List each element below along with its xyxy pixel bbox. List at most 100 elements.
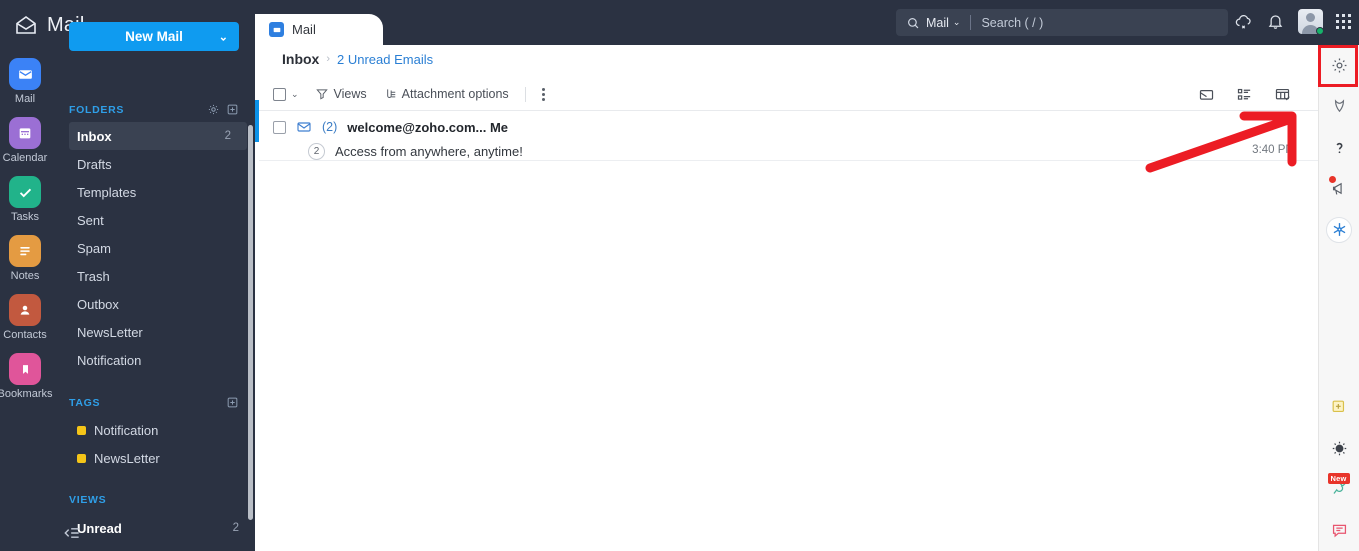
rail-label: Bookmarks [0,388,53,400]
add-note-icon[interactable] [1319,387,1359,428]
filter-icon [315,89,328,100]
apps-grid-icon[interactable] [1336,14,1351,29]
column-view-icon[interactable] [1274,86,1291,103]
open-envelope-icon [16,16,36,34]
folders-list: Inbox 2 Drafts Templates Sent Spam Trash [50,122,255,374]
message-header-line: (2) welcome@zoho.com... Me [273,119,508,135]
select-all-group[interactable]: ⌄ [273,87,299,101]
divider [524,86,526,102]
theme-toggle-icon[interactable] [1319,428,1359,469]
avatar[interactable] [1298,9,1324,35]
tab-mail[interactable]: Mail [255,14,383,45]
chevron-down-icon[interactable]: ⌄ [291,89,299,100]
folder-label: Spam [77,240,111,256]
folder-column: New Mail ⌄ FOLDERS Inbox 2 Drafts Templa… [50,0,255,551]
tag-item-newsletter[interactable]: NewsLetter [50,444,255,472]
header-icons [1234,9,1351,35]
tab-label: Mail [292,22,316,37]
chat-icon[interactable] [1319,510,1359,551]
breadcrumb-separator: › [326,53,331,65]
tag-label: Notification [94,422,159,438]
settings-gear-icon[interactable] [1319,45,1359,86]
table-row[interactable]: (2) welcome@zoho.com... Me 2 Access from… [259,111,1318,161]
sidebar-item-templates[interactable]: Templates [50,178,255,206]
integrations-circle [1326,216,1352,243]
check-icon [9,176,41,208]
folder-label: Templates [77,184,137,200]
folders-section-header: FOLDERS [69,103,239,116]
plus-box-icon[interactable] [226,396,239,409]
search-scope-label[interactable]: Mail [926,16,949,30]
rail-label: Calendar [2,152,48,164]
plug-extensions-icon[interactable]: New [1319,469,1359,510]
breadcrumb: Inbox › 2 Unread Emails [282,51,433,67]
rail-item-calendar[interactable]: Calendar [0,117,50,164]
collapse-sidebar-icon[interactable] [62,523,82,543]
sidebar-item-notification[interactable]: Notification [50,346,255,374]
plus-box-icon[interactable] [226,103,239,116]
rail-label: Tasks [10,211,40,223]
page-title: Inbox [282,51,320,67]
more-vertical-icon[interactable] [541,87,545,101]
unread-emails-link[interactable]: 2 Unread Emails [337,52,433,67]
presence-indicator [1316,27,1324,35]
sidebar-item-outbox[interactable]: Outbox [50,290,255,318]
tags-header-label: TAGS [69,396,101,409]
gear-icon[interactable] [207,103,220,116]
attachment-options-icon [386,89,395,98]
views-button[interactable]: Views [315,87,367,101]
chevron-down-icon[interactable]: ⌄ [953,17,961,28]
message-subject-line: 2 Access from anywhere, anytime! [308,143,523,160]
sidebar-item-newsletter[interactable]: NewsLetter [50,318,255,346]
sidebar-scrollbar[interactable] [248,125,253,520]
new-mail-label: New Mail [125,29,183,44]
message-count-badge: 2 [308,143,325,160]
mail-app-window: Mail Mail Calendar Tasks Notes Contacts … [0,0,1359,551]
rail-item-bookmarks[interactable]: Bookmarks [0,353,53,400]
search-input[interactable]: Mail ⌄ Search ( / ) [896,9,1228,36]
help-question-icon[interactable] [1319,127,1359,168]
tag-label: NewsLetter [94,450,160,466]
bell-icon[interactable] [1266,12,1285,31]
message-checkbox[interactable] [273,120,286,134]
notes-icon [9,235,41,267]
new-mail-button[interactable]: New Mail ⌄ [69,22,239,51]
new-badge: New [1327,473,1350,484]
sidebar-item-drafts[interactable]: Drafts [50,150,255,178]
mark-read-icon[interactable] [1198,86,1215,103]
right-icon-rail: New [1318,45,1359,551]
sidebar-item-inbox[interactable]: Inbox 2 [69,122,247,150]
rail-item-tasks[interactable]: Tasks [0,176,50,223]
tag-color-dot [77,453,86,463]
attachment-options-button[interactable]: Attachment options [383,87,509,101]
sidebar-item-spam[interactable]: Spam [50,234,255,262]
message-sender: welcome@zoho.com... Me [347,119,509,135]
view-label: Unread [77,520,122,536]
tag-item-notification[interactable]: Notification [50,416,255,444]
rail-item-contacts[interactable]: Contacts [0,294,50,341]
divider [970,15,972,30]
thread-count: (2) [322,120,338,134]
feather-icon[interactable] [1319,86,1359,127]
rail-item-mail[interactable]: Mail [0,58,50,105]
folder-label: Trash [77,268,110,284]
sidebar-item-trash[interactable]: Trash [50,262,255,290]
search-placeholder: Search ( / ) [981,15,1044,30]
select-all-checkbox[interactable] [273,87,286,101]
announcement-icon[interactable] [1319,168,1359,209]
search-icon [908,17,919,28]
rail-item-notes[interactable]: Notes [0,235,50,282]
folder-label: NewsLetter [77,324,143,340]
unread-envelope-icon [297,122,311,132]
integrations-icon[interactable] [1319,209,1359,250]
chevron-down-icon[interactable]: ⌄ [219,30,228,43]
list-view-icon[interactable] [1236,86,1253,103]
cloud-off-icon[interactable] [1234,12,1253,31]
folders-header-label: FOLDERS [69,103,125,116]
mail-list-pane: Inbox › 2 Unread Emails ⌄ Views Attachme… [259,45,1318,551]
views-header-label: VIEWS [69,494,107,506]
sidebar-item-sent[interactable]: Sent [50,206,255,234]
mail-icon [9,58,41,90]
app-rail: Mail Calendar Tasks Notes Contacts Bookm… [0,58,53,412]
rail-label: Notes [10,270,40,282]
